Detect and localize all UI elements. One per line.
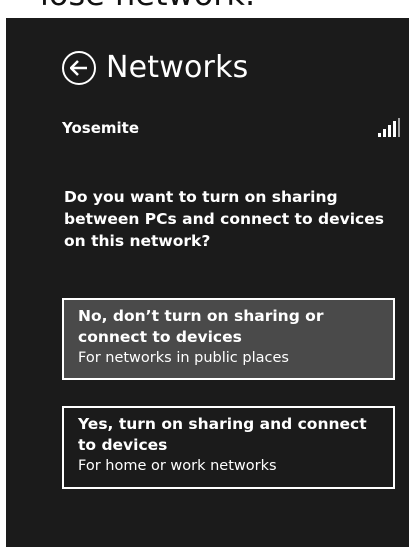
screenshot-frame: lose network. Networks Yosemite Do you w… [0, 0, 413, 547]
option-title: No, don’t turn on sharing or connect to … [78, 307, 324, 346]
networks-panel: Networks Yosemite Do you want to turn on… [6, 18, 409, 547]
option-subtitle: For networks in public places [78, 350, 289, 366]
panel-title: Networks [106, 50, 249, 85]
back-arrow-icon[interactable] [62, 50, 96, 85]
panel-header: Networks [62, 50, 249, 85]
option-subtitle: For home or work networks [78, 458, 277, 474]
signal-strength-icon [378, 118, 400, 137]
no-sharing-option-button[interactable]: No, don’t turn on sharing or connect to … [62, 298, 395, 380]
network-name: Yosemite [62, 119, 140, 137]
network-row[interactable]: Yosemite [62, 118, 400, 138]
cropped-caption-text: lose network. [40, 0, 255, 10]
option-title: Yes, turn on sharing and connect to devi… [78, 415, 367, 454]
yes-sharing-option-button[interactable]: Yes, turn on sharing and connect to devi… [62, 406, 395, 489]
sharing-question: Do you want to turn on sharing between P… [64, 188, 384, 250]
